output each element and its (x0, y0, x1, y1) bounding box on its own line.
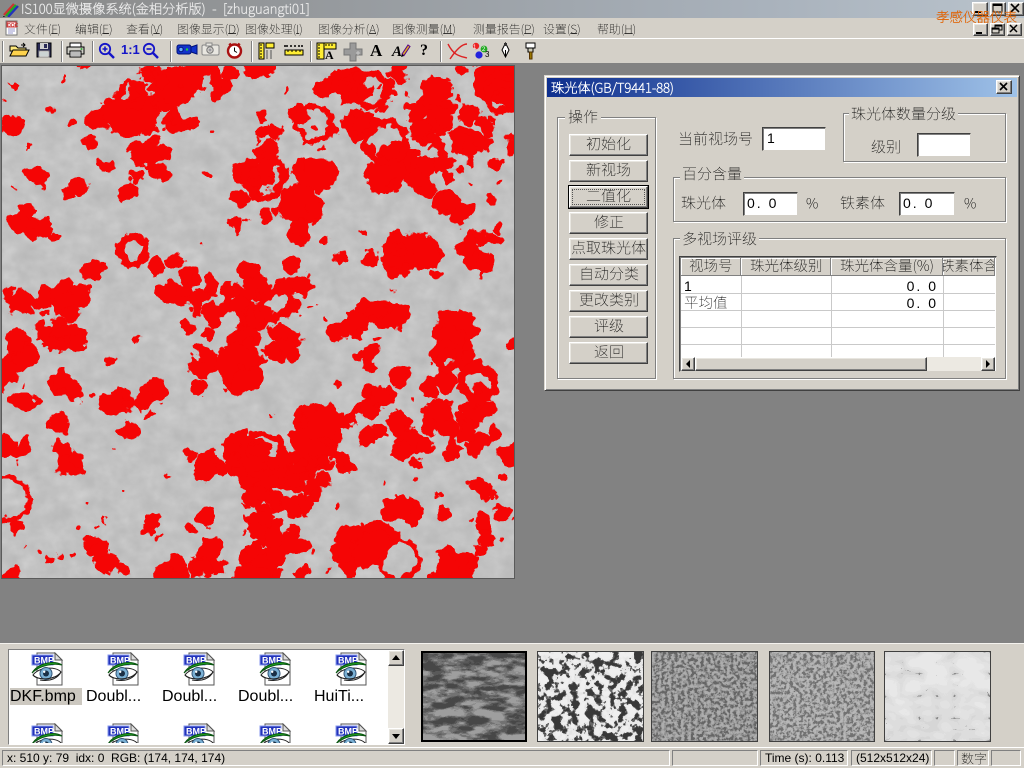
svg-text:3: 3 (485, 50, 490, 59)
svg-text:1:1: 1:1 (121, 42, 140, 57)
svg-text:A: A (325, 48, 334, 62)
svg-text:DOC: DOC (7, 23, 19, 29)
svg-text:?: ? (420, 42, 428, 59)
svg-text:A: A (391, 44, 402, 60)
svg-text:A: A (370, 41, 383, 60)
